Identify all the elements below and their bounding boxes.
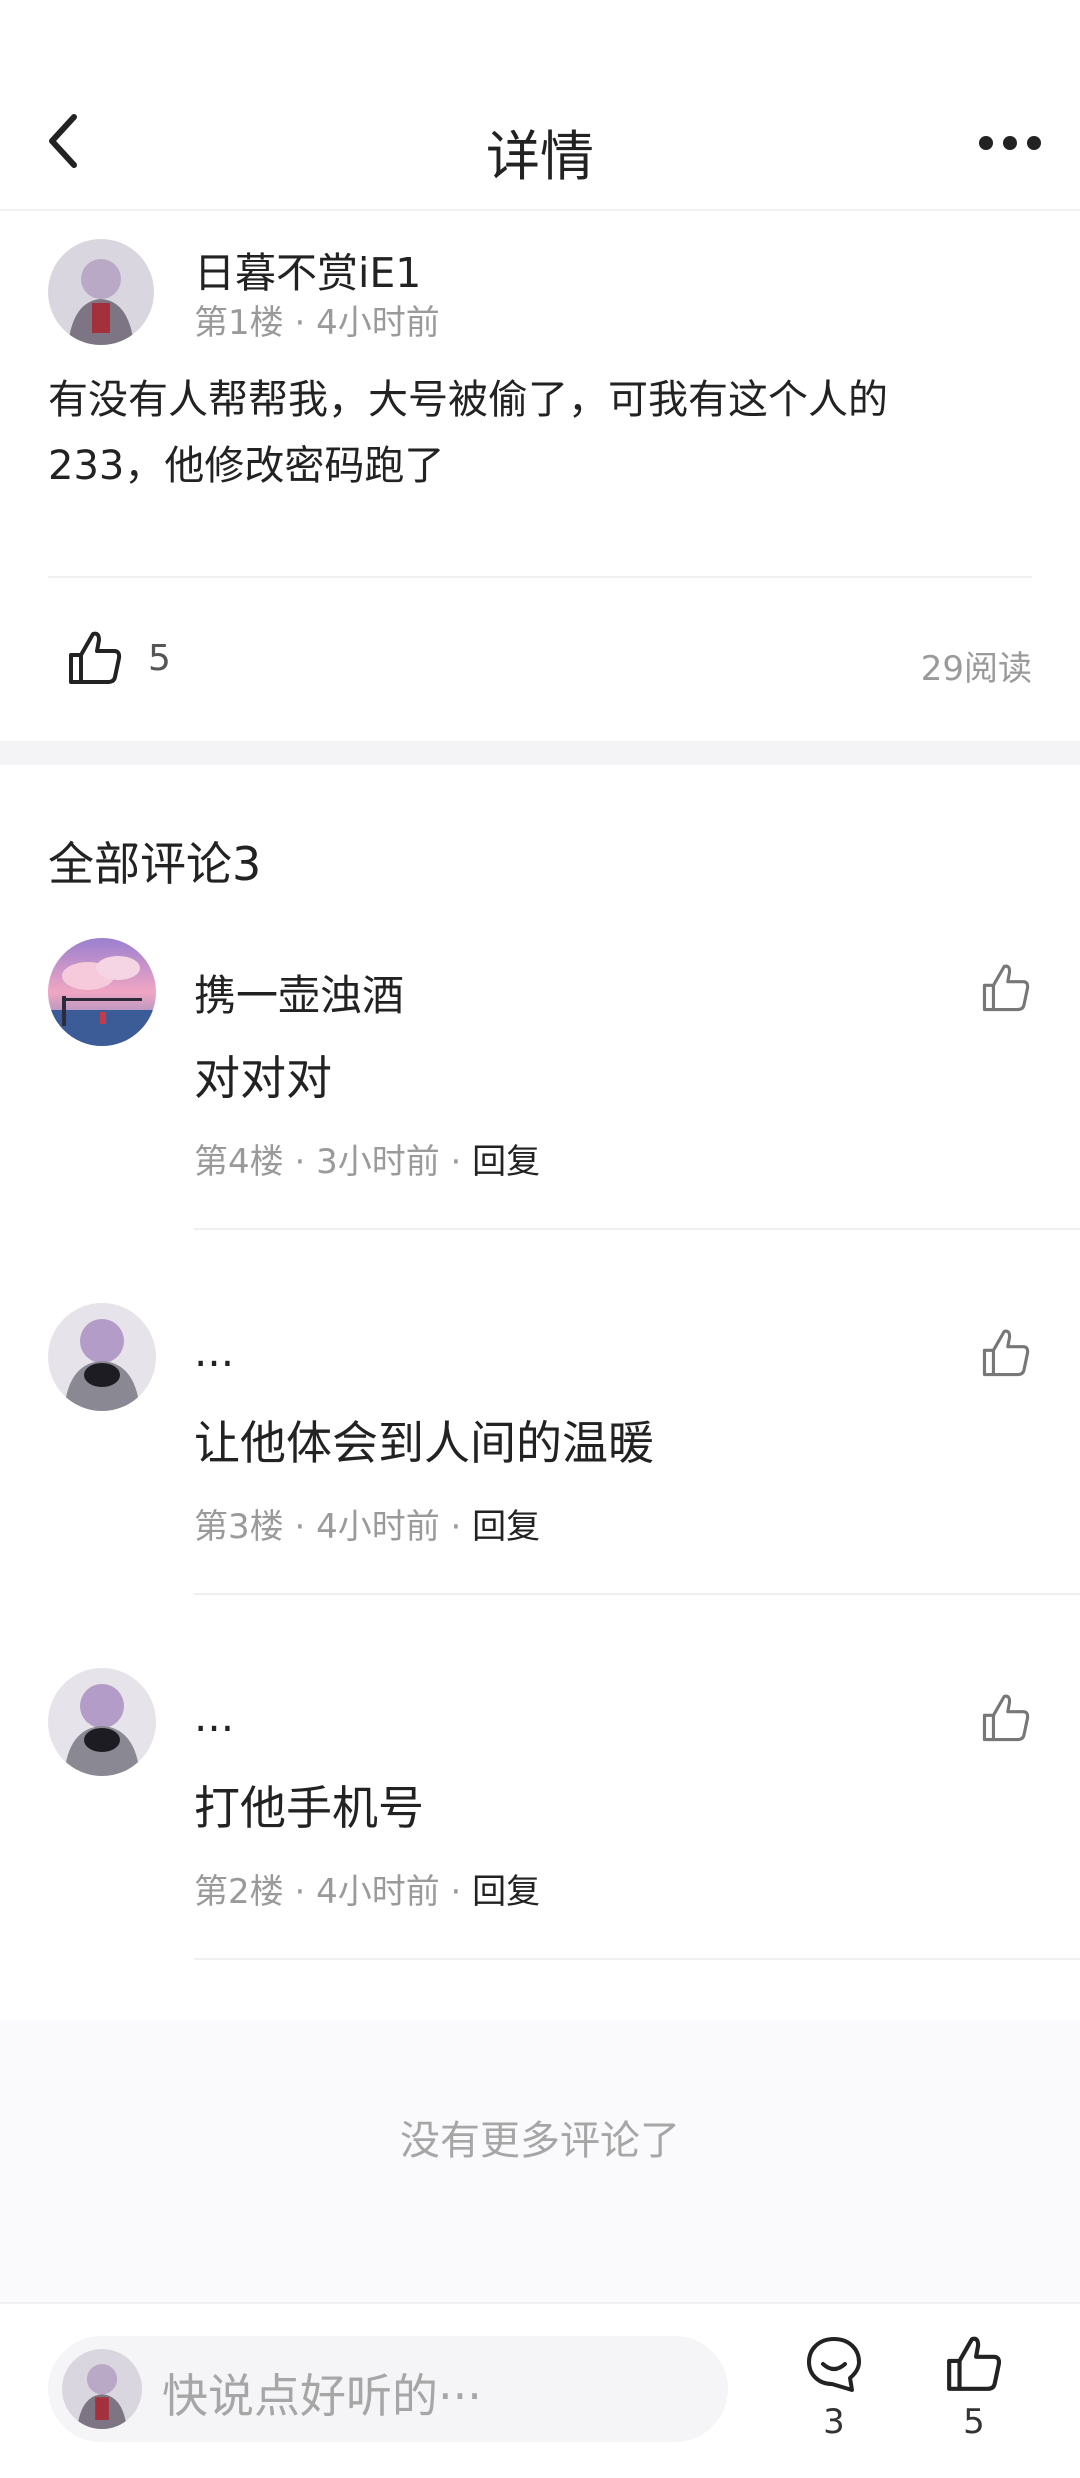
commenter-avatar[interactable]	[48, 938, 156, 1046]
meta-separator: ·	[294, 1507, 317, 1547]
reply-button[interactable]: 回复	[472, 1142, 540, 1182]
comment-time: 3小时前	[316, 1142, 440, 1182]
comment-time: 4小时前	[316, 1872, 440, 1912]
no-more-comments: 没有更多评论了	[400, 2118, 680, 2164]
comment-item: ... 打他手机号 第2楼 · 4小时前 · 回复	[0, 1668, 1080, 2033]
post-floor: 第1楼	[194, 303, 284, 343]
post-like-count: 5	[148, 637, 171, 679]
comment-floor: 第2楼	[194, 1872, 284, 1912]
comment-meta: 第2楼 · 4小时前 · 回复	[194, 1864, 540, 1913]
comment-floor: 第3楼	[194, 1507, 284, 1547]
comment-text: 打他手机号	[194, 1781, 424, 1835]
thumbs-up-icon	[69, 631, 122, 684]
post-content-line: 233，他修改密码跑了	[48, 443, 445, 489]
comment-time: 4小时前	[316, 1507, 440, 1547]
post-content-line: 有没有人帮帮我，大号被偷了，可我有这个人的	[48, 377, 888, 423]
read-count: 29阅读	[920, 649, 1032, 689]
comment-count: 3	[823, 2402, 845, 2442]
comment-input-placeholder: 快说点好听的···	[162, 2369, 482, 2423]
divider	[194, 1958, 1080, 1960]
like-button[interactable]: 5	[934, 2334, 1014, 2442]
commenter-avatar[interactable]	[48, 1668, 156, 1776]
comment-button[interactable]: 3	[794, 2334, 874, 2442]
meta-separator: ·	[450, 1142, 473, 1182]
thumbs-up-icon	[947, 2336, 1002, 2391]
post-time: 4小时前	[316, 303, 440, 343]
post-meta: 第1楼 · 4小时前	[194, 295, 440, 344]
like-count: 5	[963, 2402, 985, 2442]
divider	[194, 1593, 1080, 1595]
post-content: 有没有人帮帮我，大号被偷了，可我有这个人的 233，他修改密码跑了	[48, 367, 1038, 499]
meta-separator: ·	[294, 1142, 317, 1182]
comment-text: 对对对	[194, 1051, 332, 1105]
commenter-avatar[interactable]	[48, 1303, 156, 1411]
divider	[48, 576, 1032, 578]
meta-separator: ·	[450, 1872, 473, 1912]
thumbs-up-icon	[982, 1329, 1030, 1377]
commenter-name[interactable]: ...	[194, 1692, 234, 1741]
comment-item: ... 让他体会到人间的温暖 第3楼 · 4小时前 · 回复	[0, 1303, 1080, 1668]
post-author-avatar[interactable]	[48, 239, 154, 345]
meta-separator: ·	[294, 303, 317, 343]
divider	[194, 1228, 1080, 1230]
comment-meta: 第4楼 · 3小时前 · 回复	[194, 1134, 540, 1183]
commenter-name[interactable]: 携一壶浊酒	[194, 962, 404, 1023]
meta-separator: ·	[450, 1507, 473, 1547]
post-author-name[interactable]: 日暮不赏iE1	[194, 239, 421, 299]
top-nav-bar: 详情	[0, 0, 1080, 211]
comments-title: 全部评论3	[48, 837, 262, 891]
bottom-action-bar: 快说点好听的··· 3 5	[0, 2302, 1080, 2478]
meta-separator: ·	[294, 1872, 317, 1912]
more-button[interactable]	[978, 118, 1042, 168]
section-separator	[0, 741, 1080, 765]
reply-button[interactable]: 回复	[472, 1872, 540, 1912]
comment-meta: 第3楼 · 4小时前 · 回复	[194, 1499, 540, 1548]
thumbs-up-icon	[982, 1694, 1030, 1742]
reply-button[interactable]: 回复	[472, 1507, 540, 1547]
comment-bubble-icon	[807, 2337, 861, 2392]
page-title: 详情	[486, 125, 594, 188]
commenter-name[interactable]: ...	[194, 1327, 234, 1376]
comment-like-button[interactable]	[980, 1327, 1036, 1383]
comment-text: 让他体会到人间的温暖	[194, 1416, 654, 1470]
comment-item: 携一壶浊酒 对对对 第4楼 · 3小时前 · 回复	[0, 938, 1080, 1303]
more-dots-icon	[979, 136, 1041, 150]
comment-like-button[interactable]	[980, 1692, 1036, 1748]
comment-input[interactable]: 快说点好听的···	[48, 2336, 728, 2442]
comment-like-button[interactable]	[980, 962, 1036, 1018]
comment-floor: 第4楼	[194, 1142, 284, 1182]
main-post: 日暮不赏iE1 第1楼 · 4小时前 有没有人帮帮我，大号被偷了，可我有这个人的…	[0, 211, 1080, 741]
thumbs-up-icon	[982, 964, 1030, 1012]
post-like-button[interactable]: 5	[66, 629, 171, 687]
my-avatar	[62, 2349, 142, 2429]
